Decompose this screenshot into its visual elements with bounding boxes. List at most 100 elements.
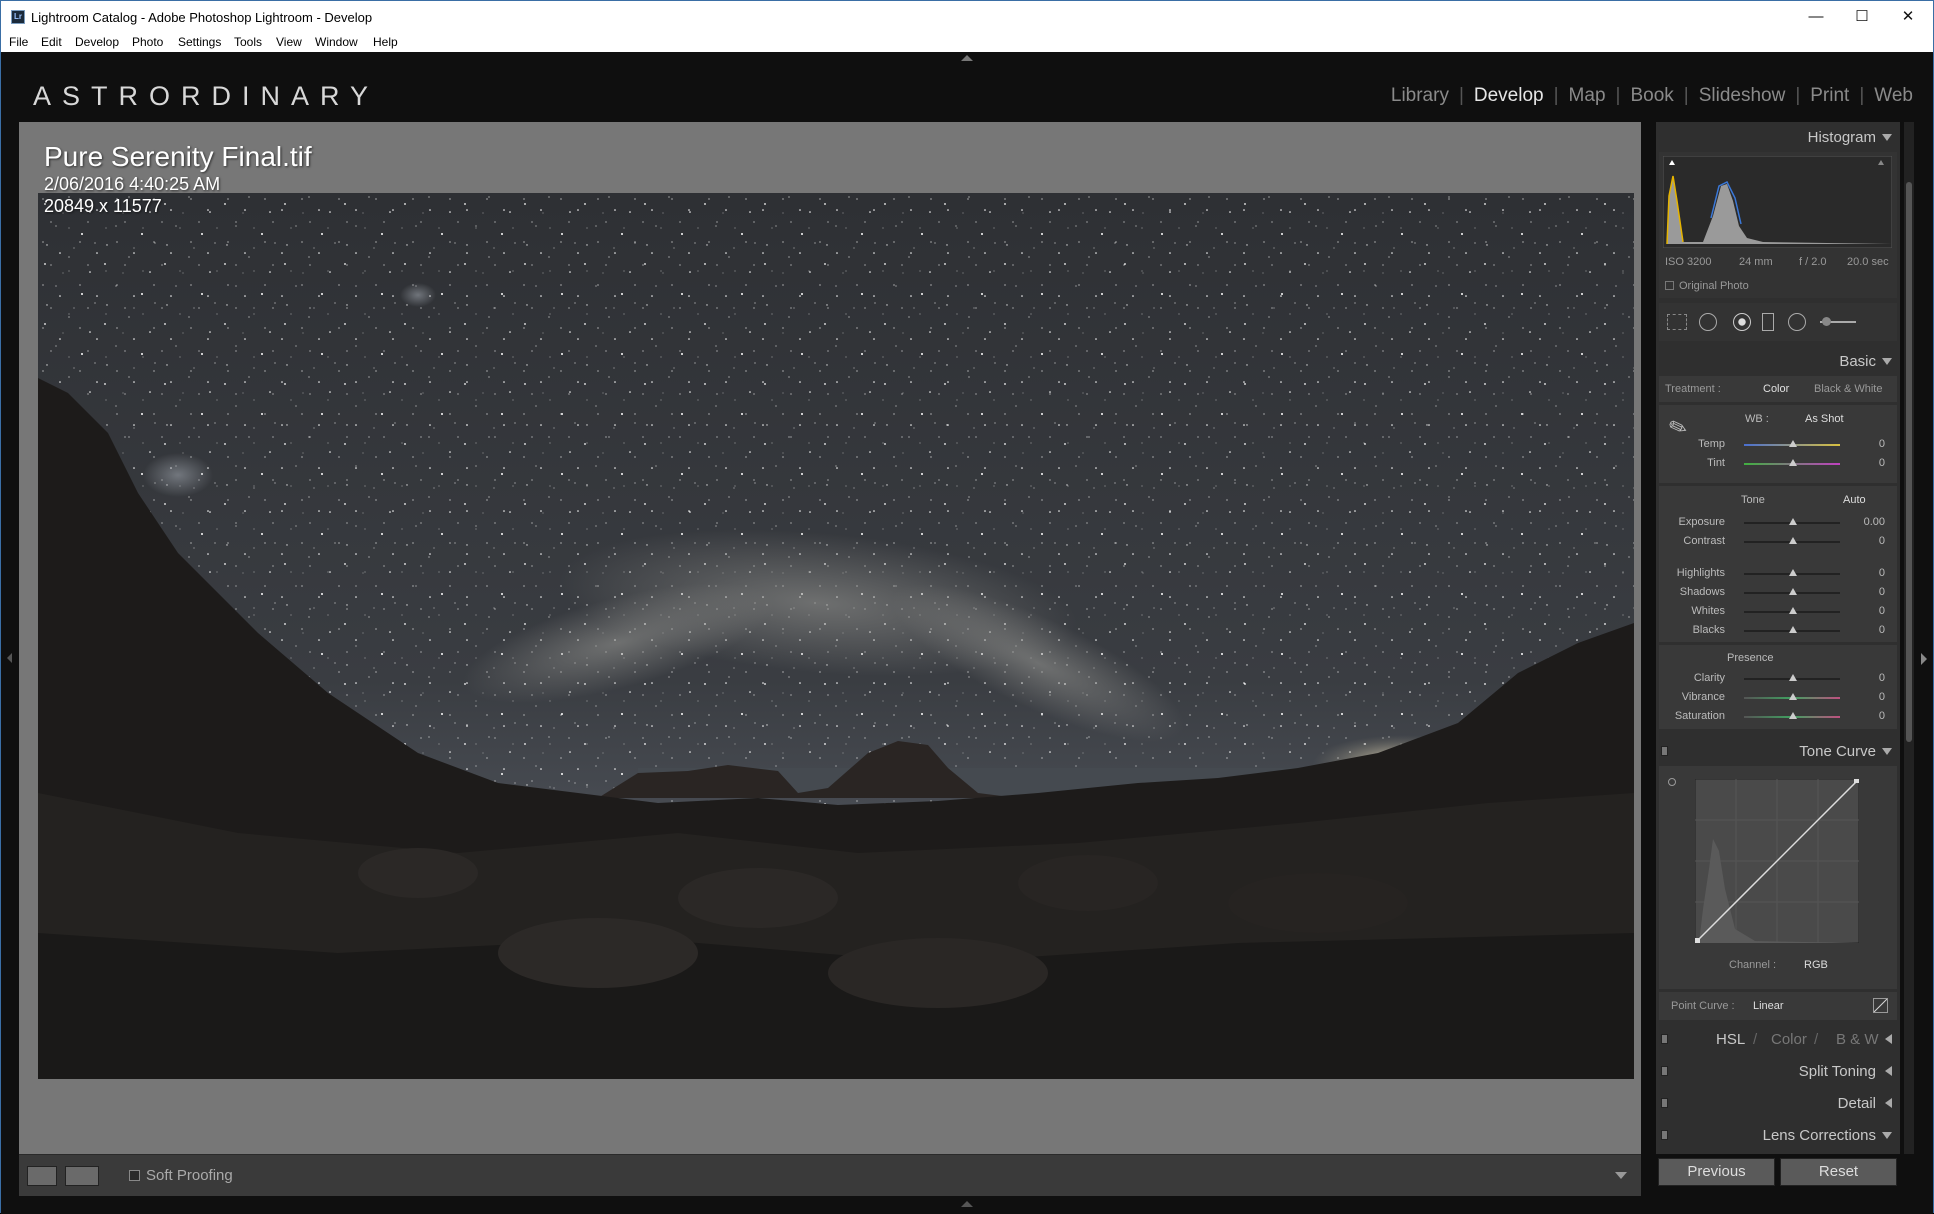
top-panel-toggle-icon[interactable] xyxy=(961,55,973,61)
hsl-header[interactable]: HSL / Color / B & W xyxy=(1656,1024,1900,1054)
tint-label: Tint xyxy=(1707,457,1725,469)
exposure-value[interactable]: 0.00 xyxy=(1864,516,1885,528)
temp-value[interactable]: 0 xyxy=(1879,438,1885,450)
histogram-header[interactable]: Histogram xyxy=(1656,122,1900,152)
soft-proofing-toggle[interactable]: Soft Proofing xyxy=(129,1167,233,1184)
panel-switch-icon[interactable] xyxy=(1661,746,1668,756)
bottom-panel-toggle-icon[interactable] xyxy=(961,1201,973,1207)
panel-switch-icon[interactable] xyxy=(1661,1066,1668,1076)
whites-slider[interactable]: Whites 0 xyxy=(1659,603,1897,621)
highlights-value[interactable]: 0 xyxy=(1879,567,1885,579)
photo-preview[interactable] xyxy=(38,193,1634,1079)
left-panel-toggle-icon[interactable] xyxy=(7,653,12,663)
maximize-button[interactable]: ☐ xyxy=(1839,1,1885,32)
menu-file[interactable]: File xyxy=(9,35,28,49)
targeted-adjustment-icon[interactable] xyxy=(1668,778,1676,786)
treatment-color-option[interactable]: Color xyxy=(1763,383,1789,395)
tint-slider[interactable]: Tint 0 xyxy=(1659,455,1897,473)
loupe-view-icon[interactable] xyxy=(27,1166,57,1186)
menu-settings[interactable]: Settings xyxy=(178,35,221,49)
hsl-tab[interactable]: HSL xyxy=(1716,1031,1745,1048)
tint-value[interactable]: 0 xyxy=(1879,457,1885,469)
module-library[interactable]: Library xyxy=(1391,85,1449,107)
module-map[interactable]: Map xyxy=(1569,85,1606,107)
close-button[interactable]: ✕ xyxy=(1885,1,1931,32)
blacks-value[interactable]: 0 xyxy=(1879,624,1885,636)
saturation-value[interactable]: 0 xyxy=(1879,710,1885,722)
presence-label: Presence xyxy=(1727,652,1774,664)
before-after-view-icon[interactable] xyxy=(65,1166,99,1186)
point-curve-label: Point Curve : xyxy=(1671,1000,1735,1012)
saturation-slider[interactable]: Saturation 0 xyxy=(1659,708,1897,726)
menu-tools[interactable]: Tools xyxy=(234,35,262,49)
channel-select[interactable]: RGB xyxy=(1804,959,1828,971)
scrollbar-thumb[interactable] xyxy=(1906,182,1912,742)
menu-edit[interactable]: Edit xyxy=(41,35,62,49)
whites-value[interactable]: 0 xyxy=(1879,605,1885,617)
right-panel-scrollbar[interactable] xyxy=(1904,122,1914,1154)
vibrance-slider[interactable]: Vibrance 0 xyxy=(1659,689,1897,707)
crop-tool-icon[interactable] xyxy=(1667,314,1687,330)
histogram-title: Histogram xyxy=(1807,129,1876,146)
tone-curve-header[interactable]: Tone Curve xyxy=(1656,736,1900,766)
menu-window[interactable]: Window xyxy=(315,35,358,49)
module-print[interactable]: Print xyxy=(1810,85,1849,107)
panel-switch-icon[interactable] xyxy=(1661,1098,1668,1108)
vibrance-value[interactable]: 0 xyxy=(1879,691,1885,703)
blacks-slider[interactable]: Blacks 0 xyxy=(1659,622,1897,640)
tone-curve-graph[interactable] xyxy=(1695,779,1859,943)
edit-point-curve-icon[interactable] xyxy=(1873,998,1888,1013)
clarity-label: Clarity xyxy=(1693,672,1725,684)
exposure-slider[interactable]: Exposure 0.00 xyxy=(1659,514,1897,532)
original-photo-label: Original Photo xyxy=(1679,280,1749,292)
minimize-button[interactable]: — xyxy=(1793,1,1839,32)
split-toning-header[interactable]: Split Toning xyxy=(1656,1056,1900,1086)
temp-slider[interactable]: Temp 0 xyxy=(1659,436,1897,454)
menu-help[interactable]: Help xyxy=(373,35,398,49)
reset-button[interactable]: Reset xyxy=(1780,1158,1897,1186)
red-eye-icon[interactable] xyxy=(1733,313,1751,331)
toolbar-menu-chevron-down-icon[interactable] xyxy=(1615,1172,1627,1179)
lens-corrections-header[interactable]: Lens Corrections xyxy=(1656,1120,1900,1150)
clarity-value[interactable]: 0 xyxy=(1879,672,1885,684)
previous-button[interactable]: Previous xyxy=(1658,1158,1775,1186)
treatment-bw-option[interactable]: Black & White xyxy=(1814,383,1882,395)
module-develop[interactable]: Develop xyxy=(1474,85,1544,107)
basic-header[interactable]: Basic xyxy=(1656,346,1900,376)
histogram-graph[interactable] xyxy=(1663,156,1892,248)
bw-tab[interactable]: B & W xyxy=(1836,1031,1879,1048)
highlights-slider[interactable]: Highlights 0 xyxy=(1659,565,1897,583)
module-book[interactable]: Book xyxy=(1630,85,1673,107)
soft-proofing-checkbox[interactable] xyxy=(129,1170,140,1181)
wb-preset-select[interactable]: As Shot xyxy=(1805,413,1844,425)
point-curve-select[interactable]: Linear xyxy=(1753,1000,1784,1012)
white-balance-section: ✎ WB : As Shot Temp 0 Tint 0 xyxy=(1659,405,1897,483)
temp-label: Temp xyxy=(1698,438,1725,450)
auto-tone-button[interactable]: Auto xyxy=(1843,494,1866,506)
graduated-filter-icon[interactable] xyxy=(1762,313,1774,331)
detail-title: Detail xyxy=(1837,1095,1876,1112)
shadows-value[interactable]: 0 xyxy=(1879,586,1885,598)
radial-filter-icon[interactable] xyxy=(1788,313,1806,331)
menu-photo[interactable]: Photo xyxy=(132,35,163,49)
contrast-value[interactable]: 0 xyxy=(1879,535,1885,547)
title-bar: Lr Lightroom Catalog - Adobe Photoshop L… xyxy=(1,1,1933,32)
shadows-slider[interactable]: Shadows 0 xyxy=(1659,584,1897,602)
spot-removal-icon[interactable] xyxy=(1699,313,1717,331)
right-panel-toggle-icon[interactable] xyxy=(1921,653,1927,665)
clarity-slider[interactable]: Clarity 0 xyxy=(1659,670,1897,688)
menu-view[interactable]: View xyxy=(276,35,302,49)
collapse-icon xyxy=(1882,358,1892,365)
contrast-slider[interactable]: Contrast 0 xyxy=(1659,533,1897,551)
detail-header[interactable]: Detail xyxy=(1656,1088,1900,1118)
panel-switch-icon[interactable] xyxy=(1661,1034,1668,1044)
right-panel: Histogram ISO 3200 24 mm f / 2.0 20.0 se… xyxy=(1656,122,1900,1154)
split-toning-title: Split Toning xyxy=(1798,1063,1876,1080)
histogram-iso: ISO 3200 xyxy=(1665,256,1712,268)
menu-develop[interactable]: Develop xyxy=(75,35,119,49)
module-slideshow[interactable]: Slideshow xyxy=(1699,85,1786,107)
module-web[interactable]: Web xyxy=(1874,85,1913,107)
original-photo-toggle[interactable]: Original Photo xyxy=(1665,280,1749,292)
color-tab[interactable]: Color xyxy=(1771,1031,1807,1048)
panel-switch-icon[interactable] xyxy=(1661,1130,1668,1140)
